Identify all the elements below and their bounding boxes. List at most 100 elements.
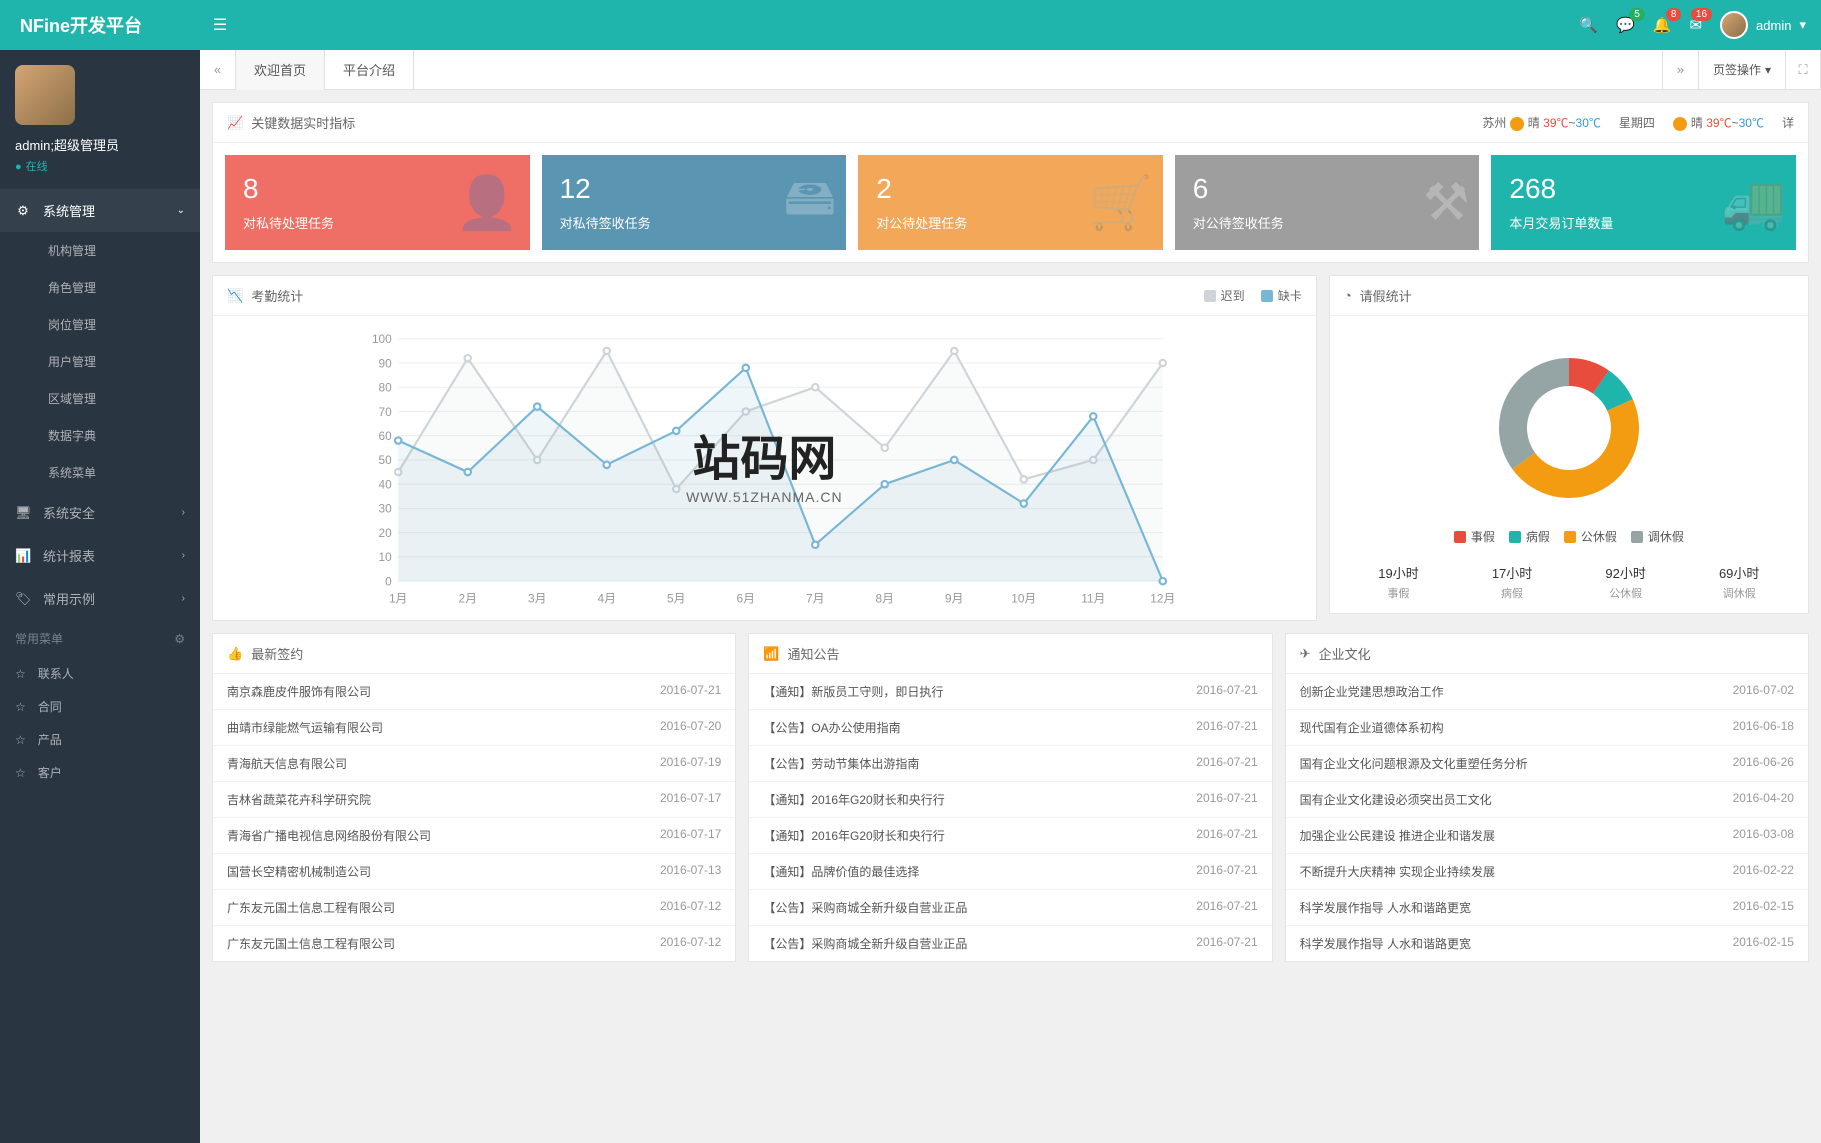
list-item[interactable]: 【公告】采购商城全新升级自营业正品2016-07-21	[749, 890, 1271, 926]
list-item[interactable]: 南京森鹿皮件服饰有限公司2016-07-21	[213, 674, 735, 710]
bell-icon[interactable]: 🔔8	[1653, 16, 1672, 34]
stat-card[interactable]: 12 对私待签收任务 🖴	[542, 155, 847, 250]
list-item[interactable]: 国有企业文化建设必须突出员工文化2016-04-20	[1286, 782, 1808, 818]
rss-icon: 📶	[763, 646, 779, 662]
leave-stat: 69小时调休假	[1719, 563, 1759, 601]
list-item[interactable]: 科学发展作指导 人水和谐路更宽2016-02-15	[1286, 926, 1808, 961]
tab-operations[interactable]: 页签操作 ▾	[1698, 50, 1785, 90]
list-item[interactable]: 【公告】OA办公使用指南2016-07-21	[749, 710, 1271, 746]
tab-intro[interactable]: 平台介绍	[325, 50, 414, 90]
profile-status: 在线	[15, 158, 185, 174]
svg-text:60: 60	[379, 429, 393, 443]
list-item[interactable]: 【公告】采购商城全新升级自营业正品2016-07-21	[749, 926, 1271, 961]
user-menu[interactable]: admin ▾	[1720, 11, 1806, 39]
stat-label: 对公待签收任务	[1193, 213, 1462, 232]
username: admin	[1756, 18, 1791, 33]
leave-stat: 92小时公休假	[1605, 563, 1645, 601]
avatar	[15, 65, 75, 125]
svg-text:100: 100	[372, 332, 392, 346]
list-item[interactable]: 广东友元国土信息工程有限公司2016-07-12	[213, 890, 735, 926]
list-item[interactable]: 加强企业公民建设 推进企业和谐发展2016-03-08	[1286, 818, 1808, 854]
list-item[interactable]: 科学发展作指导 人水和谐路更宽2016-02-15	[1286, 890, 1808, 926]
fav-item[interactable]: ☆合同	[0, 690, 200, 723]
nav-sub-item[interactable]: 系统菜单	[0, 454, 200, 491]
stat-card[interactable]: 268 本月交易订单数量 🚚	[1491, 155, 1796, 250]
legend-item: 迟到	[1204, 287, 1245, 304]
stat-card[interactable]: 2 对公待处理任务 🛒	[858, 155, 1163, 250]
stat-card[interactable]: 6 对公待签收任务 ⚒	[1175, 155, 1480, 250]
nav-examples[interactable]: 🏷 常用示例 ›	[0, 577, 200, 620]
svg-text:50: 50	[379, 453, 393, 467]
fav-item[interactable]: ☆客户	[0, 756, 200, 789]
nav-sub-item[interactable]: 区域管理	[0, 380, 200, 417]
list-item[interactable]: 【通知】品牌价值的最佳选择2016-07-21	[749, 854, 1271, 890]
nav-system-mgmt[interactable]: ⚙ 系统管理 ⌄	[0, 189, 200, 232]
stat-card[interactable]: 8 对私待处理任务 👤	[225, 155, 530, 250]
list-item[interactable]: 国营长空精密机械制造公司2016-07-13	[213, 854, 735, 890]
fullscreen-icon[interactable]: ⛶	[1785, 50, 1821, 90]
list-item[interactable]: 【通知】2016年G20财长和央行行2016-07-21	[749, 782, 1271, 818]
list-item[interactable]: 【通知】2016年G20财长和央行行2016-07-21	[749, 818, 1271, 854]
gear-icon[interactable]: ⚙	[174, 632, 185, 646]
svg-text:8月: 8月	[876, 592, 894, 606]
tab-home[interactable]: 欢迎首页	[236, 50, 325, 90]
menu-toggle[interactable]: ☰	[200, 15, 240, 35]
star-icon: ☆	[15, 667, 26, 681]
comment-icon[interactable]: 💬5	[1616, 16, 1635, 34]
nav-sub-item[interactable]: 数据字典	[0, 417, 200, 454]
svg-text:10月: 10月	[1011, 592, 1036, 606]
chevron-right-icon: ›	[182, 593, 185, 604]
header: NFine开发平台 ☰ 🔍 💬5 🔔8 ✉16 admin ▾	[0, 0, 1821, 50]
list-item[interactable]: 不断提升大庆精神 实现企业持续发展2016-02-22	[1286, 854, 1808, 890]
tab-prev[interactable]: «	[200, 50, 236, 90]
list-item[interactable]: 创新企业党建思想政治工作2016-07-02	[1286, 674, 1808, 710]
svg-text:1月: 1月	[389, 592, 407, 606]
panel-title: 考勤统计	[251, 286, 303, 305]
search-icon[interactable]: 🔍	[1579, 16, 1598, 34]
star-icon: ☆	[15, 766, 26, 780]
stat-icon: 🛒	[1088, 172, 1153, 233]
chart-area-icon: 📉	[227, 288, 243, 304]
mail-icon[interactable]: ✉16	[1689, 16, 1702, 34]
list-item[interactable]: 现代国有企业道德体系初构2016-06-18	[1286, 710, 1808, 746]
list-item[interactable]: 广东友元国土信息工程有限公司2016-07-12	[213, 926, 735, 961]
nav-security[interactable]: 🖥 系统安全 ›	[0, 491, 200, 534]
svg-text:4月: 4月	[598, 592, 616, 606]
fav-item[interactable]: ☆产品	[0, 723, 200, 756]
leave-stat: 17小时病假	[1492, 563, 1532, 601]
sun-icon	[1673, 117, 1687, 131]
list-item[interactable]: 【公告】劳动节集体出游指南2016-07-21	[749, 746, 1271, 782]
fav-item[interactable]: ☆联系人	[0, 657, 200, 690]
chevron-down-icon: ▾	[1765, 63, 1771, 77]
nav-sub-item[interactable]: 角色管理	[0, 269, 200, 306]
leave-panel: ◔ 请假统计 事假病假公休假调休假 19小时事假17小时病假92小时公休假69小…	[1329, 275, 1809, 614]
svg-text:0: 0	[385, 574, 392, 588]
list-item[interactable]: 国有企业文化问题根源及文化重塑任务分析2016-06-26	[1286, 746, 1808, 782]
star-icon: ☆	[15, 733, 26, 747]
svg-text:90: 90	[379, 356, 393, 370]
nav-sub-item[interactable]: 用户管理	[0, 343, 200, 380]
chevron-right-icon: ›	[182, 507, 185, 518]
chevron-down-icon: ⌄	[177, 205, 185, 216]
leave-donut	[1479, 338, 1659, 518]
list-item[interactable]: 青海航天信息有限公司2016-07-19	[213, 746, 735, 782]
nav-sub-item[interactable]: 机构管理	[0, 232, 200, 269]
detail-link[interactable]: 详	[1782, 114, 1794, 131]
star-icon: ☆	[15, 700, 26, 714]
list-item[interactable]: 【通知】新版员工守则，即日执行2016-07-21	[749, 674, 1271, 710]
profile: admin;超级管理员 在线	[0, 50, 200, 189]
nav-sub-item[interactable]: 岗位管理	[0, 306, 200, 343]
list-item[interactable]: 吉林省蔬菜花卉科学研究院2016-07-17	[213, 782, 735, 818]
svg-text:40: 40	[379, 477, 393, 491]
list-item[interactable]: 曲靖市绿能燃气运输有限公司2016-07-20	[213, 710, 735, 746]
contracts-panel: 👍最新签约 南京森鹿皮件服饰有限公司2016-07-21曲靖市绿能燃气运输有限公…	[212, 633, 736, 962]
panel-title: 通知公告	[788, 644, 840, 663]
nav-reports[interactable]: 📊 统计报表 ›	[0, 534, 200, 577]
legend-item: 事假	[1454, 528, 1495, 545]
list-item[interactable]: 青海省广播电视信息网络股份有限公司2016-07-17	[213, 818, 735, 854]
tab-next[interactable]: »	[1662, 50, 1698, 90]
chevron-right-icon: ›	[182, 550, 185, 561]
panel-title: 请假统计	[1360, 286, 1412, 305]
tabbar: « 欢迎首页 平台介绍 » 页签操作 ▾ ⛶	[200, 50, 1821, 90]
svg-text:7月: 7月	[806, 592, 824, 606]
